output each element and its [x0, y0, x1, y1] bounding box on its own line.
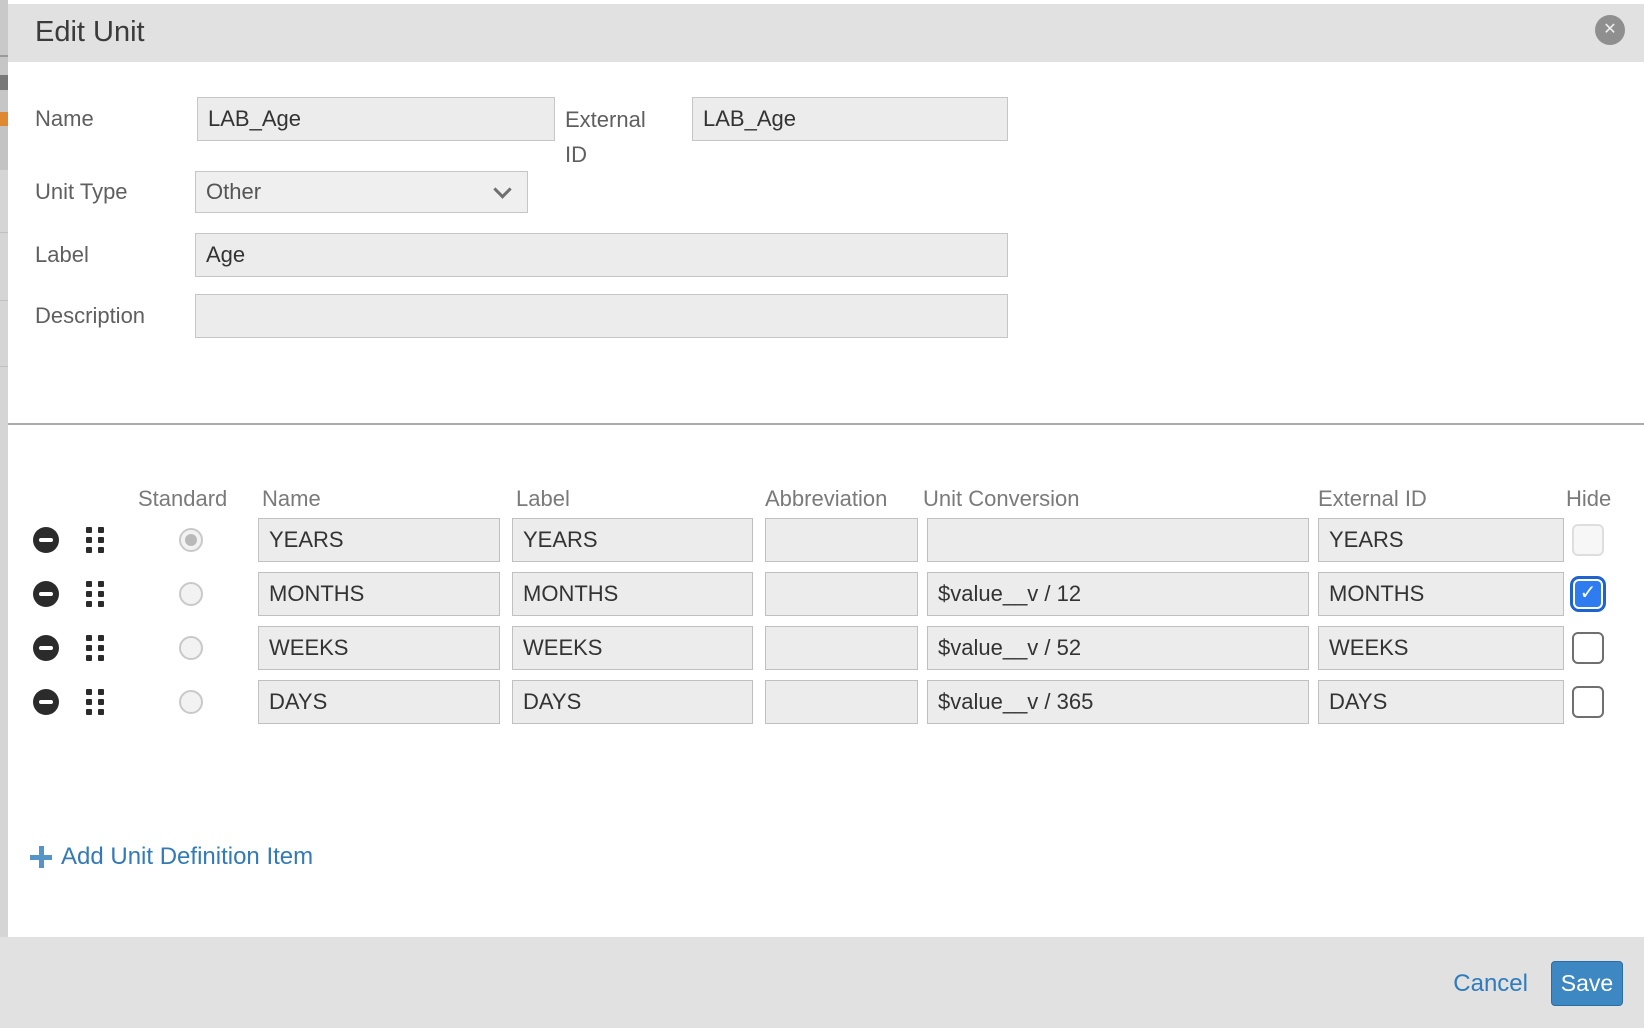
description-input[interactable] — [195, 294, 1008, 338]
row-label-input[interactable] — [512, 626, 753, 670]
row-unit-conversion-input[interactable] — [927, 518, 1309, 562]
edit-unit-modal: Edit Unit ✕ Name External ID Unit Type O… — [0, 0, 1644, 1028]
label-input[interactable] — [195, 233, 1008, 277]
chevron-down-icon — [493, 180, 511, 198]
row-unit-conversion-input[interactable] — [927, 572, 1309, 616]
hide-checkbox[interactable]: ✓ — [1572, 632, 1604, 664]
plus-icon — [30, 846, 52, 868]
column-header-standard: Standard — [138, 486, 227, 512]
row-name-input[interactable] — [258, 626, 500, 670]
modal-title: Edit Unit — [35, 16, 145, 49]
hide-checkbox[interactable]: ✓ — [1570, 576, 1606, 612]
modal-footer: Cancel Save — [0, 937, 1644, 1028]
unit-definition-row: ✓ — [0, 518, 1644, 562]
cancel-button[interactable]: Cancel — [1453, 961, 1528, 1006]
external-id-label: External ID — [565, 102, 655, 172]
column-header-abbreviation: Abbreviation — [765, 486, 887, 512]
checkmark-icon: ✓ — [1575, 581, 1601, 607]
remove-row-button[interactable] — [33, 635, 59, 661]
standard-radio[interactable] — [179, 690, 203, 714]
label-label: Label — [35, 233, 89, 277]
row-abbreviation-input[interactable] — [765, 680, 918, 724]
unit-definition-row: ✓ — [0, 680, 1644, 724]
section-divider — [8, 423, 1644, 425]
unit-type-label: Unit Type — [35, 170, 128, 214]
column-header-name: Name — [262, 486, 321, 512]
hide-checkbox[interactable]: ✓ — [1572, 686, 1604, 718]
drag-handle-icon[interactable] — [86, 581, 104, 607]
column-header-external-id: External ID — [1318, 486, 1427, 512]
row-name-input[interactable] — [258, 572, 500, 616]
background-page-strip — [0, 0, 8, 937]
row-name-input[interactable] — [258, 680, 500, 724]
row-external-id-input[interactable] — [1318, 626, 1564, 670]
column-header-unit-conversion: Unit Conversion — [923, 486, 1080, 512]
standard-radio[interactable] — [179, 528, 203, 552]
row-abbreviation-input[interactable] — [765, 626, 918, 670]
save-button[interactable]: Save — [1551, 961, 1623, 1006]
row-abbreviation-input[interactable] — [765, 572, 918, 616]
row-label-input[interactable] — [512, 680, 753, 724]
external-id-input[interactable] — [692, 97, 1008, 141]
unit-definition-row: ✓ — [0, 572, 1644, 616]
unit-definition-row: ✓ — [0, 626, 1644, 670]
row-name-input[interactable] — [258, 518, 500, 562]
drag-handle-icon[interactable] — [86, 527, 104, 553]
minus-icon — [39, 592, 53, 596]
unit-type-selected-value: Other — [206, 179, 261, 204]
row-unit-conversion-input[interactable] — [927, 680, 1309, 724]
row-label-input[interactable] — [512, 518, 753, 562]
standard-radio[interactable] — [179, 636, 203, 660]
name-input[interactable] — [197, 97, 555, 141]
row-external-id-input[interactable] — [1318, 518, 1564, 562]
row-label-input[interactable] — [512, 572, 753, 616]
description-label: Description — [35, 294, 145, 338]
close-icon[interactable]: ✕ — [1595, 15, 1625, 45]
accent-orange-fragment — [0, 112, 8, 126]
hide-checkbox: ✓ — [1572, 524, 1604, 556]
column-header-hide: Hide — [1566, 486, 1611, 512]
drag-handle-icon[interactable] — [86, 689, 104, 715]
minus-icon — [39, 538, 53, 542]
name-label: Name — [35, 97, 94, 141]
row-external-id-input[interactable] — [1318, 680, 1564, 724]
modal-header: Edit Unit — [8, 4, 1644, 62]
row-unit-conversion-input[interactable] — [927, 626, 1309, 670]
column-header-label: Label — [516, 486, 570, 512]
remove-row-button[interactable] — [33, 689, 59, 715]
remove-row-button[interactable] — [33, 581, 59, 607]
unit-type-select[interactable]: Other — [195, 171, 528, 213]
standard-radio[interactable] — [179, 582, 203, 606]
row-abbreviation-input[interactable] — [765, 518, 918, 562]
minus-icon — [39, 700, 53, 704]
remove-row-button[interactable] — [33, 527, 59, 553]
add-unit-definition-item-link[interactable]: Add Unit Definition Item — [30, 843, 313, 871]
add-unit-definition-item-label: Add Unit Definition Item — [61, 843, 313, 871]
drag-handle-icon[interactable] — [86, 635, 104, 661]
row-external-id-input[interactable] — [1318, 572, 1564, 616]
minus-icon — [39, 646, 53, 650]
